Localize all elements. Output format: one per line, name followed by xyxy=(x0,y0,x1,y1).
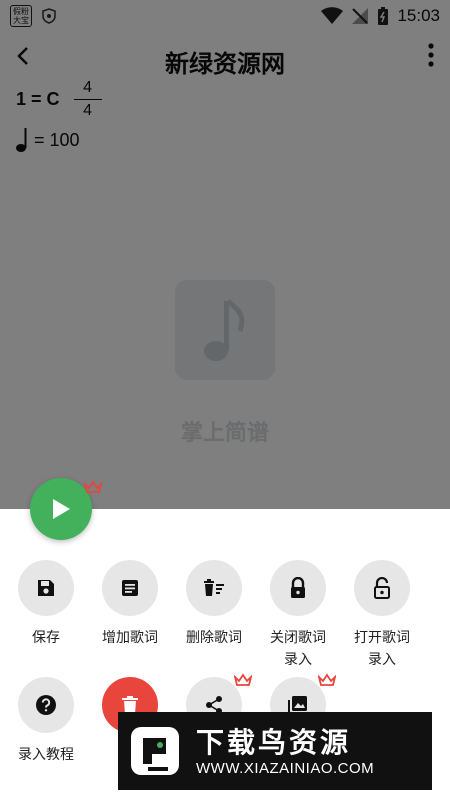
save-action[interactable]: 保存 xyxy=(4,560,88,648)
open-lyrics-label-1: 打开歌词 xyxy=(354,629,410,645)
delete-lyrics-action[interactable]: 删除歌词 xyxy=(172,560,256,648)
watermark-title: 下载鸟资源 xyxy=(196,726,352,758)
vip-crown-icon xyxy=(234,673,252,686)
close-lyrics-input-action[interactable]: 关闭歌词 录入 xyxy=(256,560,340,670)
add-lyrics-label: 增加歌词 xyxy=(102,629,158,645)
open-lyrics-input-action[interactable]: 打开歌词 录入 xyxy=(340,560,424,670)
unlock-icon xyxy=(374,577,390,599)
save-icon xyxy=(38,580,54,596)
play-icon xyxy=(53,499,70,519)
delete-lyrics-icon xyxy=(204,579,224,596)
save-label: 保存 xyxy=(32,629,60,645)
close-lyrics-label-2: 录入 xyxy=(284,651,312,667)
lock-icon xyxy=(291,577,305,598)
vip-crown-icon xyxy=(318,673,336,686)
play-button[interactable] xyxy=(30,478,92,540)
close-lyrics-label-1: 关闭歌词 xyxy=(270,629,326,645)
watermark-url: WWW.XIAZAINIAO.COM xyxy=(196,759,375,777)
help-icon xyxy=(36,695,56,715)
input-tutorial-action[interactable]: 录入教程 xyxy=(4,677,88,765)
delete-lyrics-label: 删除歌词 xyxy=(186,629,242,645)
add-lyrics-icon xyxy=(122,580,138,596)
add-lyrics-action[interactable]: 增加歌词 xyxy=(88,560,172,648)
bird-logo-icon xyxy=(131,727,179,775)
vip-crown-icon xyxy=(84,480,102,493)
open-lyrics-label-2: 录入 xyxy=(368,651,396,667)
input-tutorial-label: 录入教程 xyxy=(18,746,74,762)
watermark: 下载鸟资源 WWW.XIAZAINIAO.COM xyxy=(118,712,432,790)
